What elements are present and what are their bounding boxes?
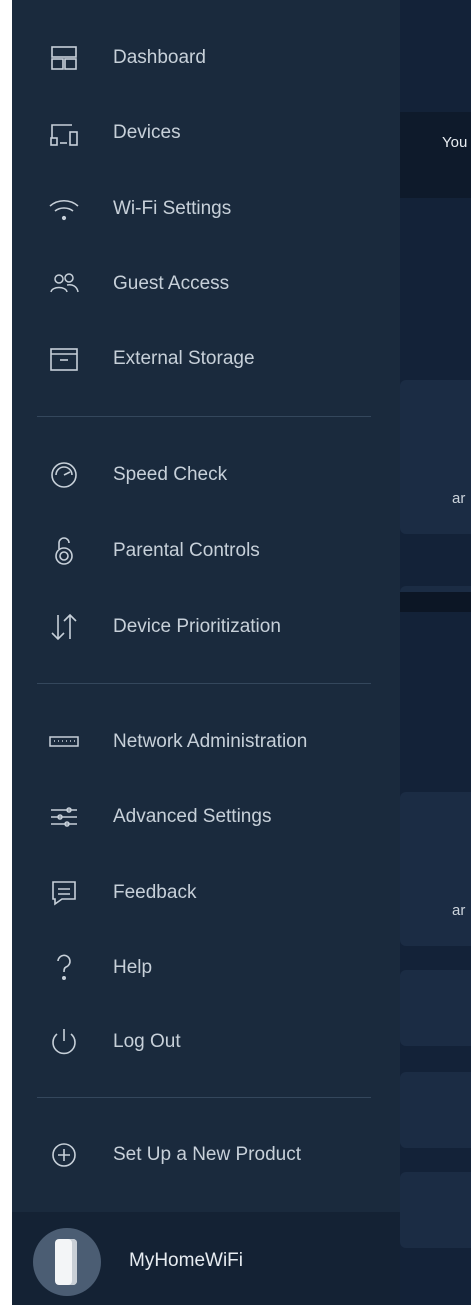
- banner-text: You: [442, 134, 468, 151]
- menu-item-label: Speed Check: [113, 464, 228, 485]
- background-card[interactable]: [400, 1172, 471, 1248]
- plus-circle-icon: [48, 1139, 80, 1171]
- wifi-icon: [48, 193, 80, 225]
- menu-item-label: Log Out: [113, 1031, 181, 1052]
- menu-item-advanced-settings[interactable]: Advanced Settings: [12, 789, 400, 845]
- menu-item-speed-check[interactable]: Speed Check: [12, 447, 400, 503]
- menu-item-label: Help: [113, 957, 153, 978]
- background-separator: [400, 592, 471, 612]
- background-banner: You: [400, 112, 471, 198]
- menu-item-device-prioritization[interactable]: Device Prioritization: [12, 599, 400, 655]
- background-app: You ar ar: [400, 0, 471, 1305]
- menu-item-help[interactable]: Help: [12, 940, 400, 996]
- account-network-row[interactable]: MyHomeWiFi: [12, 1212, 400, 1305]
- background-card[interactable]: [400, 380, 471, 534]
- menu-item-guest-access[interactable]: Guest Access: [12, 256, 400, 312]
- menu-item-label: Wi-Fi Settings: [113, 198, 232, 219]
- sliders-icon: [48, 801, 80, 833]
- devices-icon: [48, 117, 80, 149]
- menu-item-label: Devices: [113, 122, 181, 143]
- storage-icon: [48, 343, 80, 375]
- background-card[interactable]: [400, 792, 471, 946]
- mesh-node-icon: [55, 1239, 77, 1285]
- lock-icon: [48, 535, 80, 567]
- background-card-text: ar: [452, 490, 466, 507]
- menu-item-set-up-new-product[interactable]: Set Up a New Product: [12, 1127, 400, 1183]
- menu-item-label: Parental Controls: [113, 540, 260, 561]
- menu-divider: [37, 1097, 371, 1098]
- menu-divider: [37, 683, 371, 684]
- menu-item-wifi-settings[interactable]: Wi-Fi Settings: [12, 181, 400, 237]
- dashboard-icon: [48, 42, 80, 74]
- priority-arrows-icon: [48, 611, 80, 643]
- menu-item-dashboard[interactable]: Dashboard: [12, 30, 400, 86]
- menu-item-parental-controls[interactable]: Parental Controls: [12, 523, 400, 579]
- background-card-text: ar: [452, 902, 466, 919]
- background-card[interactable]: [400, 1072, 471, 1148]
- menu-item-external-storage[interactable]: External Storage: [12, 331, 400, 387]
- menu-item-label: Network Administration: [113, 731, 308, 752]
- background-card[interactable]: [400, 970, 471, 1046]
- menu-item-label: External Storage: [113, 348, 255, 369]
- menu-item-network-administration[interactable]: Network Administration: [12, 714, 400, 770]
- node-avatar-icon: [33, 1228, 101, 1296]
- navigation-drawer: Dashboard Devices Wi-Fi Settings Guest A…: [12, 0, 400, 1305]
- menu-item-label: Guest Access: [113, 273, 230, 294]
- menu-item-log-out[interactable]: Log Out: [12, 1014, 400, 1070]
- power-icon: [48, 1026, 80, 1058]
- menu-item-label: Dashboard: [113, 47, 206, 68]
- menu-item-feedback[interactable]: Feedback: [12, 865, 400, 921]
- guest-access-icon: [48, 268, 80, 300]
- menu-item-label: Set Up a New Product: [113, 1144, 301, 1165]
- chat-bubble-icon: [48, 877, 80, 909]
- menu-item-label: Feedback: [113, 882, 197, 903]
- speedometer-icon: [48, 459, 80, 491]
- menu-item-devices[interactable]: Devices: [12, 105, 400, 161]
- network-name: MyHomeWiFi: [129, 1250, 243, 1271]
- menu-item-label: Device Prioritization: [113, 616, 281, 637]
- question-icon: [48, 952, 80, 984]
- router-icon: [48, 726, 80, 758]
- menu-divider: [37, 416, 371, 417]
- menu-item-label: Advanced Settings: [113, 806, 272, 827]
